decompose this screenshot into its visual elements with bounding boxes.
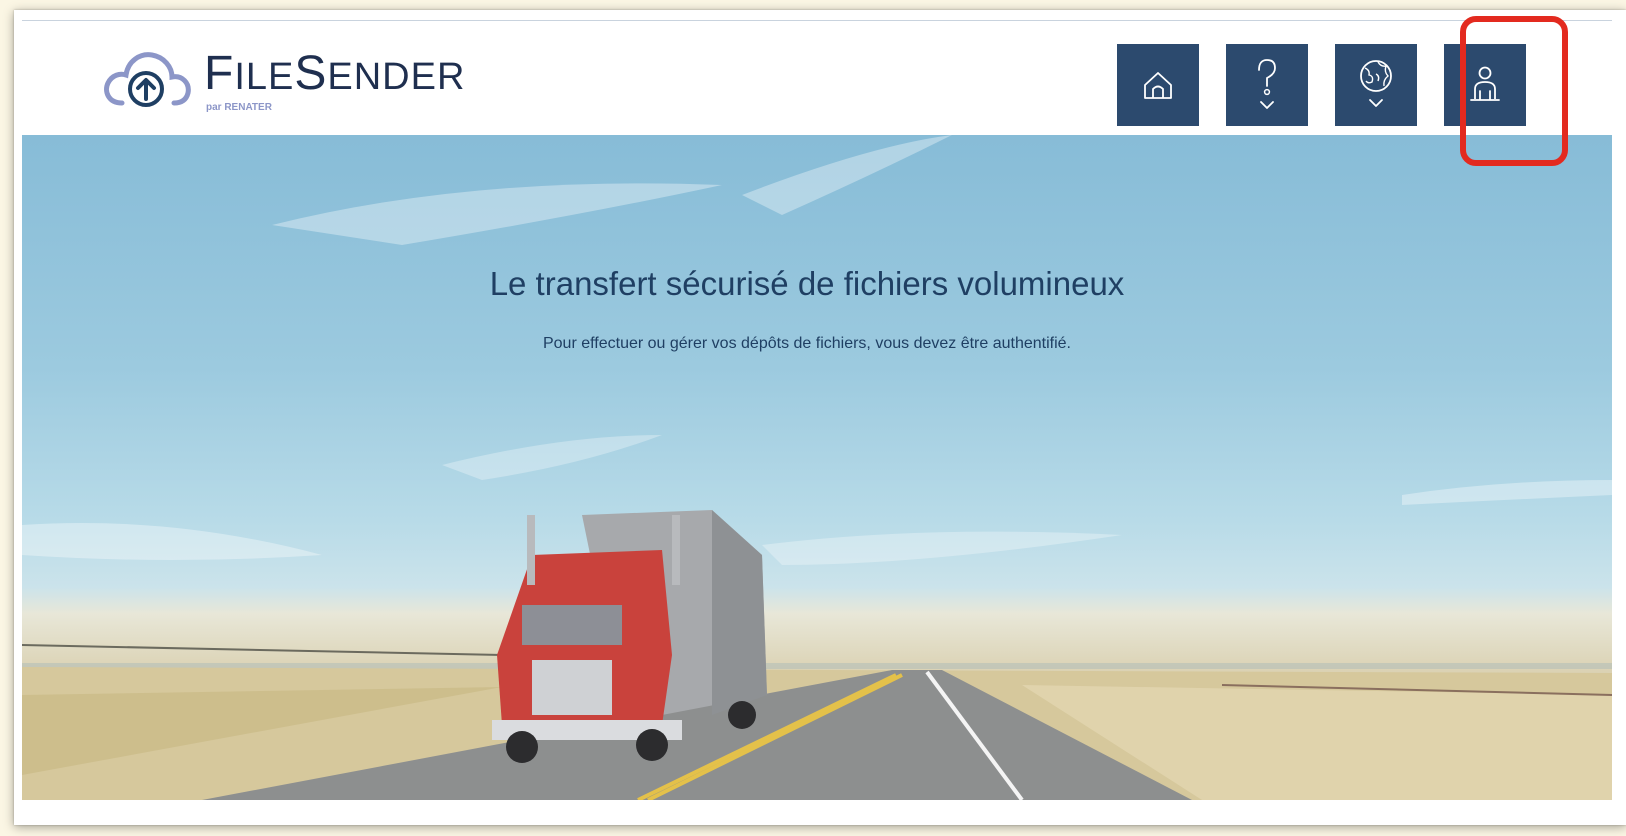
logo-initial-f: F <box>204 47 235 100</box>
logo-initial-s: S <box>294 47 328 100</box>
logo-rest-ender: ENDER <box>327 56 466 98</box>
home-button[interactable] <box>1117 44 1199 126</box>
chevron-down-icon <box>1369 99 1383 107</box>
hero-background-image <box>22 135 1612 800</box>
cloud-upload-icon <box>104 52 191 107</box>
annotation-highlight <box>1460 16 1568 166</box>
help-button[interactable] <box>1226 44 1308 126</box>
site-header: FILESENDER par RENATER <box>22 20 1612 136</box>
logo-rest-ile: ILE <box>234 56 295 98</box>
hero-subtitle: Pour effectuer ou gérer vos dépôts de fi… <box>542 335 1071 352</box>
home-icon <box>1144 72 1172 99</box>
filesender-logo[interactable]: FILESENDER par RENATER <box>100 39 500 119</box>
chevron-down-icon <box>1260 101 1274 109</box>
help-icon <box>1258 59 1276 109</box>
logo-wordmark: FILESENDER <box>204 49 465 102</box>
hero-banner: Le transfert sécurisé de fichiers volumi… <box>22 135 1612 800</box>
language-button[interactable] <box>1335 44 1417 126</box>
hero-title: Le transfert sécurisé de fichiers volumi… <box>489 265 1125 302</box>
globe-icon <box>1360 60 1392 107</box>
logo-subtitle: par RENATER <box>206 102 272 113</box>
